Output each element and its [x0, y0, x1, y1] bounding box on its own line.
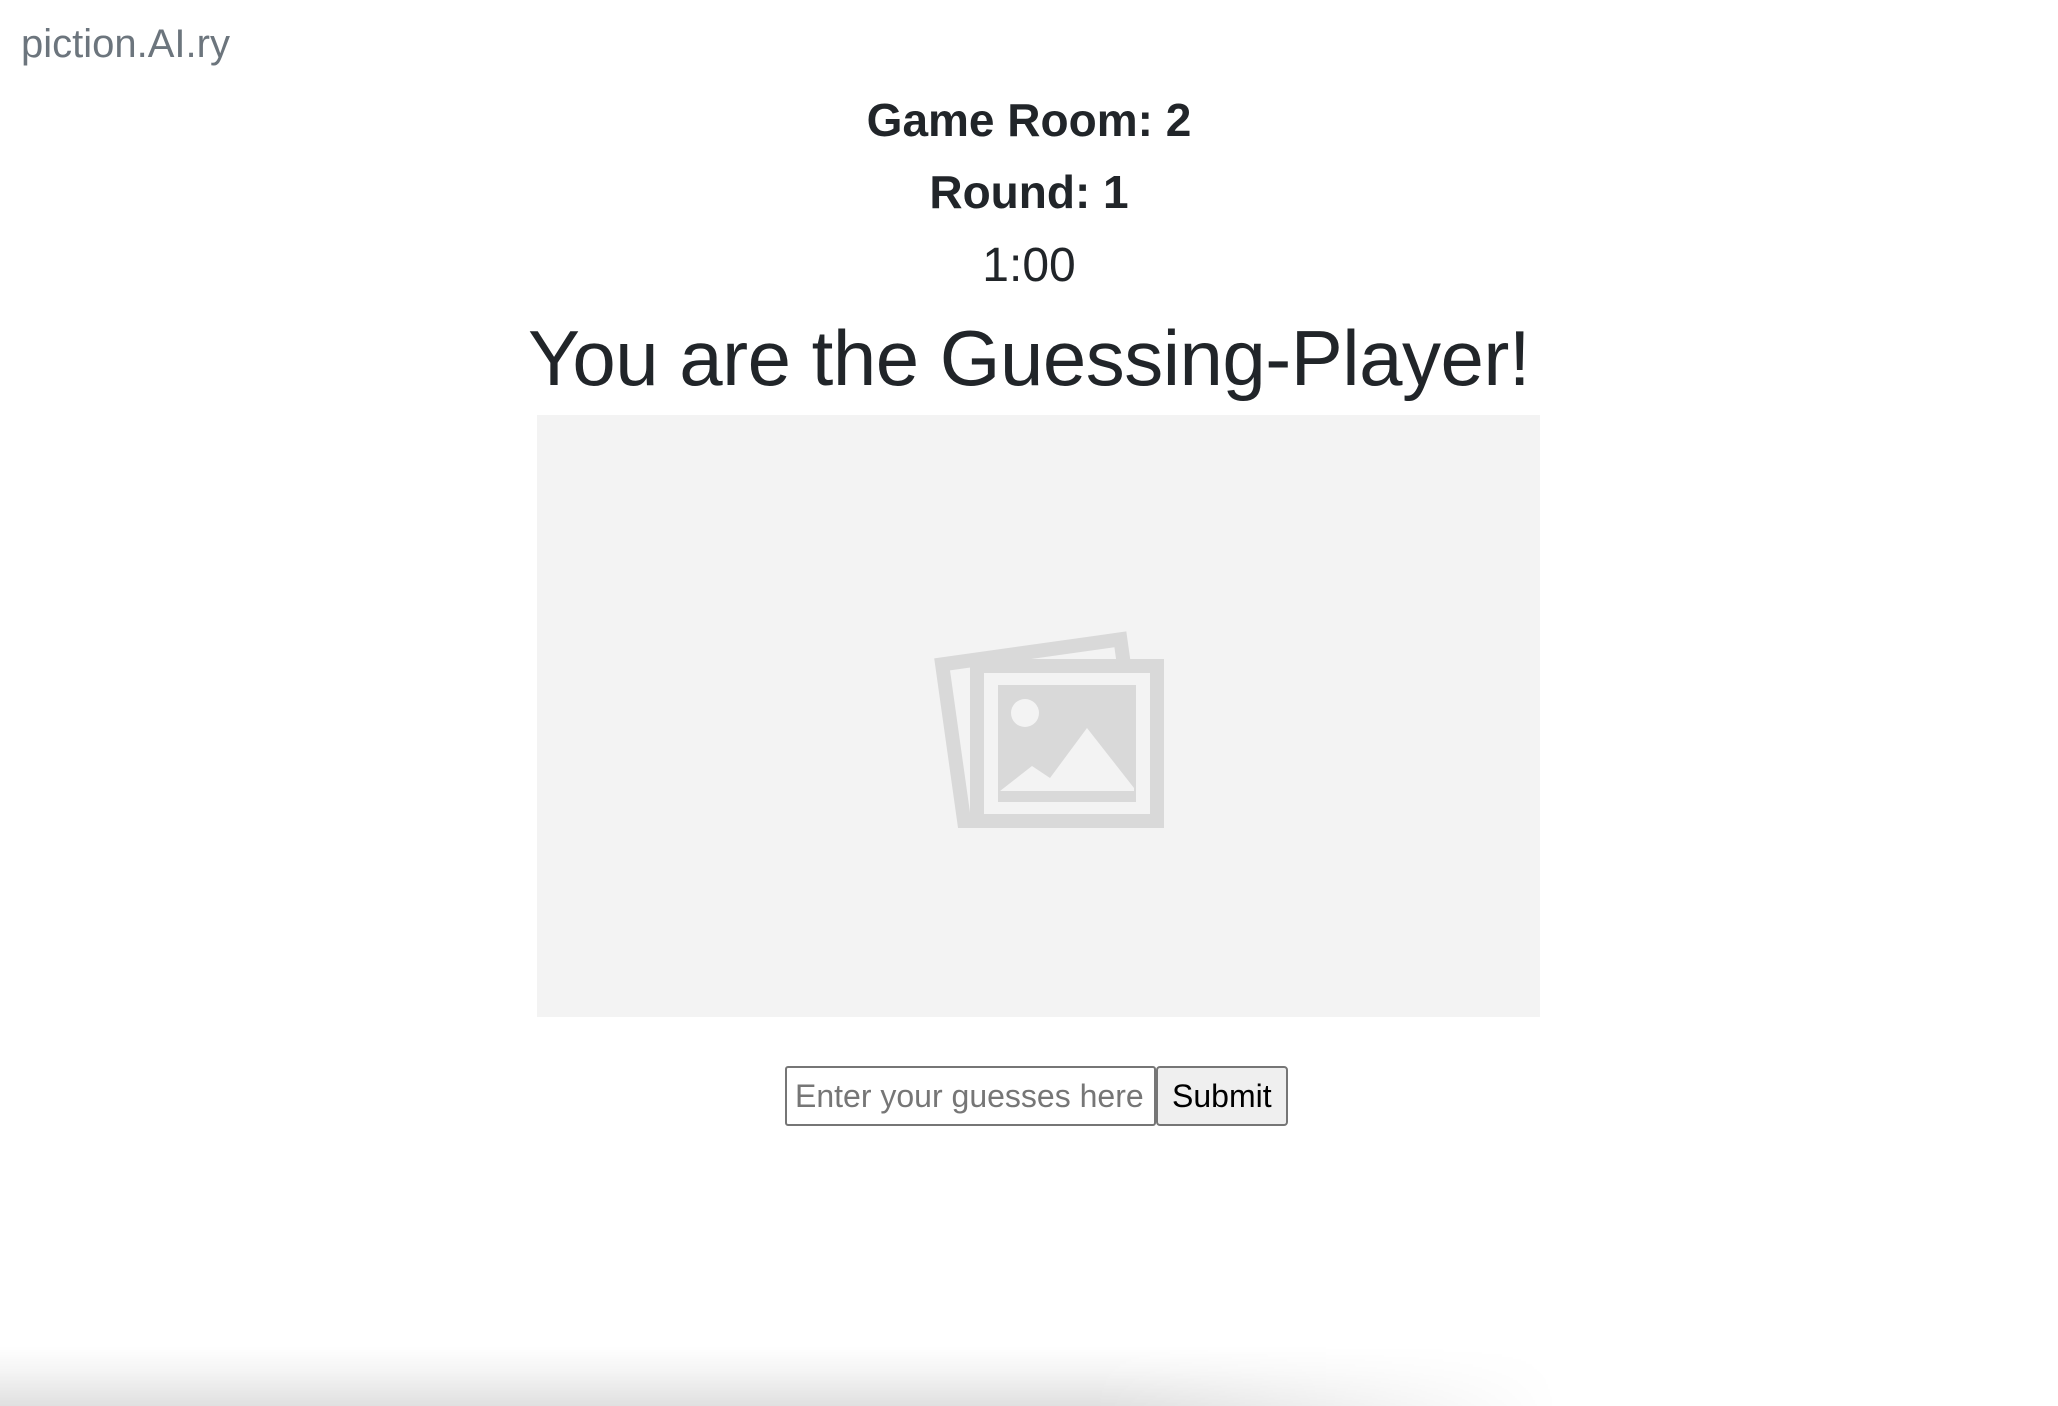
image-placeholder-icon — [934, 631, 1164, 828]
brand-logo[interactable]: piction.AI.ry — [21, 20, 230, 68]
window-edge-shadow — [0, 1346, 1560, 1406]
role-heading: You are the Guessing-Player! — [527, 314, 1531, 402]
generated-image-placeholder — [537, 415, 1540, 1017]
page: piction.AI.ry Game Room: 2 Round: 1 1:00… — [0, 0, 2058, 1406]
game-room-label: Game Room: 2 — [866, 94, 1192, 146]
guess-form: Submit — [785, 1066, 1288, 1126]
guess-input[interactable] — [785, 1066, 1156, 1126]
countdown-timer: 1:00 — [982, 239, 1076, 292]
submit-button[interactable]: Submit — [1156, 1066, 1288, 1126]
round-label: Round: 1 — [929, 166, 1129, 218]
